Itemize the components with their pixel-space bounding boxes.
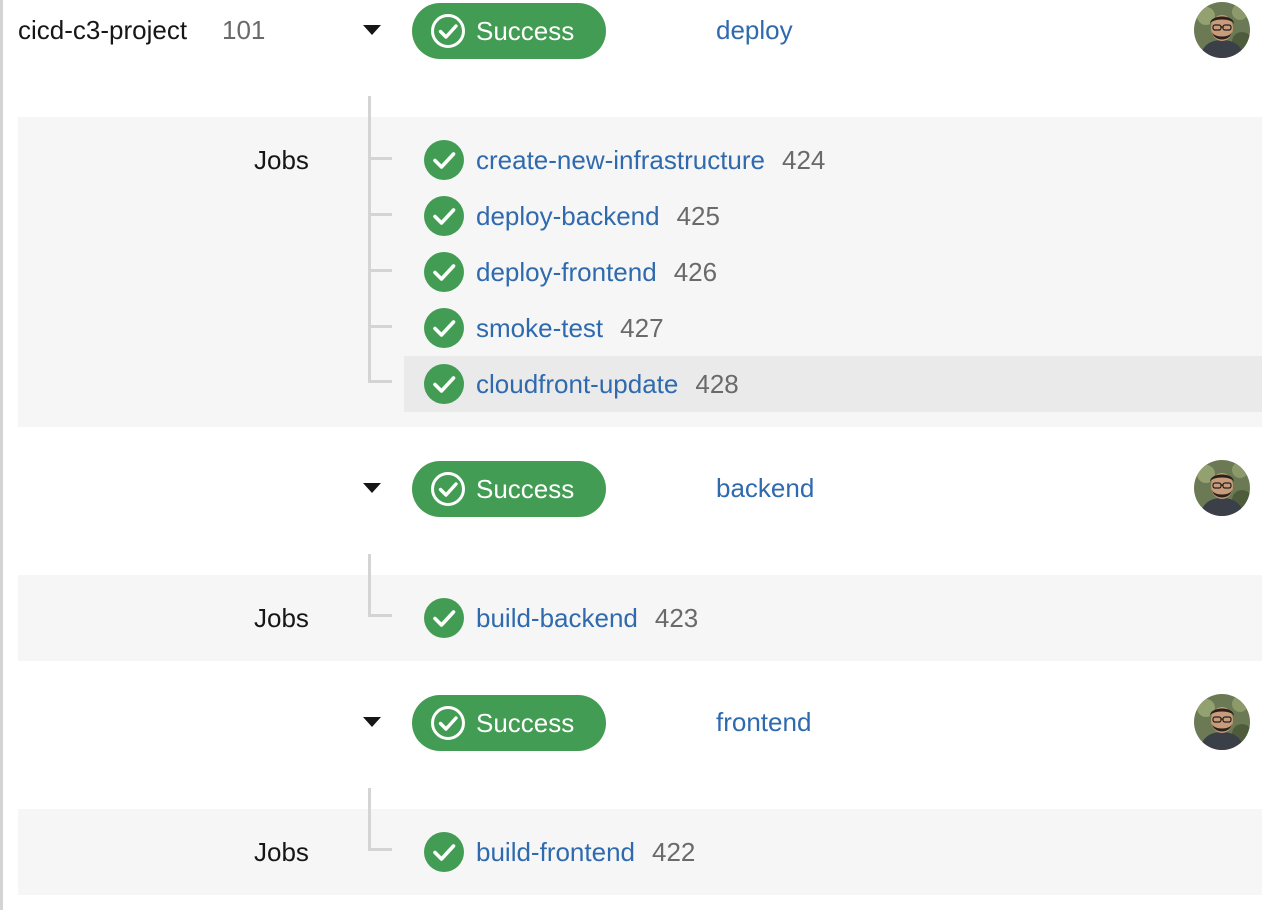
- workflow-status-badge[interactable]: Success: [412, 3, 606, 59]
- user-avatar[interactable]: [1194, 694, 1250, 750]
- check-circle-icon: [424, 598, 464, 638]
- workflow-toggle-caret-down-icon[interactable]: [362, 481, 382, 495]
- check-circle-icon: [424, 308, 464, 348]
- job-number: 423: [654, 603, 699, 633]
- workflow-link-backend[interactable]: backend: [716, 472, 814, 504]
- workflow-toggle-caret-down-icon[interactable]: [362, 23, 382, 37]
- check-circle-icon: [424, 140, 464, 180]
- job-number: 424: [782, 145, 826, 175]
- status-label: Success: [476, 16, 575, 46]
- job-row-cloudfront-update[interactable]: cloudfront-update 428: [404, 356, 1262, 412]
- panel-left-border: [0, 0, 3, 910]
- tree-branch: [368, 614, 392, 617]
- status-label: Success: [476, 708, 575, 738]
- job-name[interactable]: smoke-test: [476, 312, 603, 344]
- tree-connector: [368, 788, 371, 851]
- workflow-toggle-caret-down-icon[interactable]: [362, 715, 382, 729]
- job-name[interactable]: create-new-infrastructure: [476, 144, 765, 176]
- tree-branch: [368, 325, 392, 328]
- job-number: 427: [620, 313, 664, 343]
- job-number: 428: [695, 369, 739, 399]
- check-circle-icon: [431, 706, 465, 740]
- jobs-label: Jobs: [254, 603, 309, 633]
- check-circle-icon: [424, 364, 464, 404]
- job-row-smoke-test[interactable]: smoke-test 427: [404, 300, 1262, 356]
- job-name[interactable]: cloudfront-update: [476, 368, 678, 400]
- job-name[interactable]: deploy-backend: [476, 200, 660, 232]
- job-row-deploy-frontend[interactable]: deploy-frontend 426: [404, 244, 1262, 300]
- check-circle-icon: [424, 832, 464, 872]
- job-name[interactable]: build-backend: [476, 602, 638, 634]
- workflow-status-badge[interactable]: Success: [412, 461, 606, 517]
- workflow-link-deploy[interactable]: deploy: [716, 14, 793, 46]
- pipeline-panel: cicd-c3-project 101 Success deploy Jobs …: [0, 0, 1262, 910]
- jobs-label: Jobs: [254, 145, 309, 175]
- workflow-link-frontend[interactable]: frontend: [716, 706, 811, 738]
- job-name[interactable]: build-frontend: [476, 836, 635, 868]
- job-row-deploy-backend[interactable]: deploy-backend 425: [404, 188, 1262, 244]
- job-row-build-frontend[interactable]: build-frontend 422: [404, 824, 1262, 880]
- job-number: 426: [673, 257, 718, 287]
- tree-branch: [368, 157, 392, 160]
- job-row-build-backend[interactable]: build-backend 423: [404, 590, 1262, 646]
- check-circle-icon: [431, 14, 465, 48]
- check-circle-icon: [424, 252, 464, 292]
- job-row-create-new-infrastructure[interactable]: create-new-infrastructure 424: [404, 132, 1262, 188]
- tree-branch: [368, 380, 392, 383]
- tree-branch: [368, 269, 392, 272]
- check-circle-icon: [431, 472, 465, 506]
- pipeline-number: 101: [222, 15, 266, 45]
- tree-connector: [368, 96, 371, 383]
- check-circle-icon: [424, 196, 464, 236]
- tree-connector: [368, 554, 371, 617]
- project-name[interactable]: cicd-c3-project: [18, 14, 187, 46]
- job-number: 422: [652, 837, 696, 867]
- job-number: 425: [676, 201, 720, 231]
- tree-branch: [368, 213, 392, 216]
- user-avatar[interactable]: [1194, 2, 1250, 58]
- jobs-label: Jobs: [254, 837, 309, 867]
- user-avatar[interactable]: [1194, 460, 1250, 516]
- workflow-status-badge[interactable]: Success: [412, 695, 606, 751]
- job-name[interactable]: deploy-frontend: [476, 256, 657, 288]
- tree-branch: [368, 848, 392, 851]
- status-label: Success: [476, 474, 575, 504]
